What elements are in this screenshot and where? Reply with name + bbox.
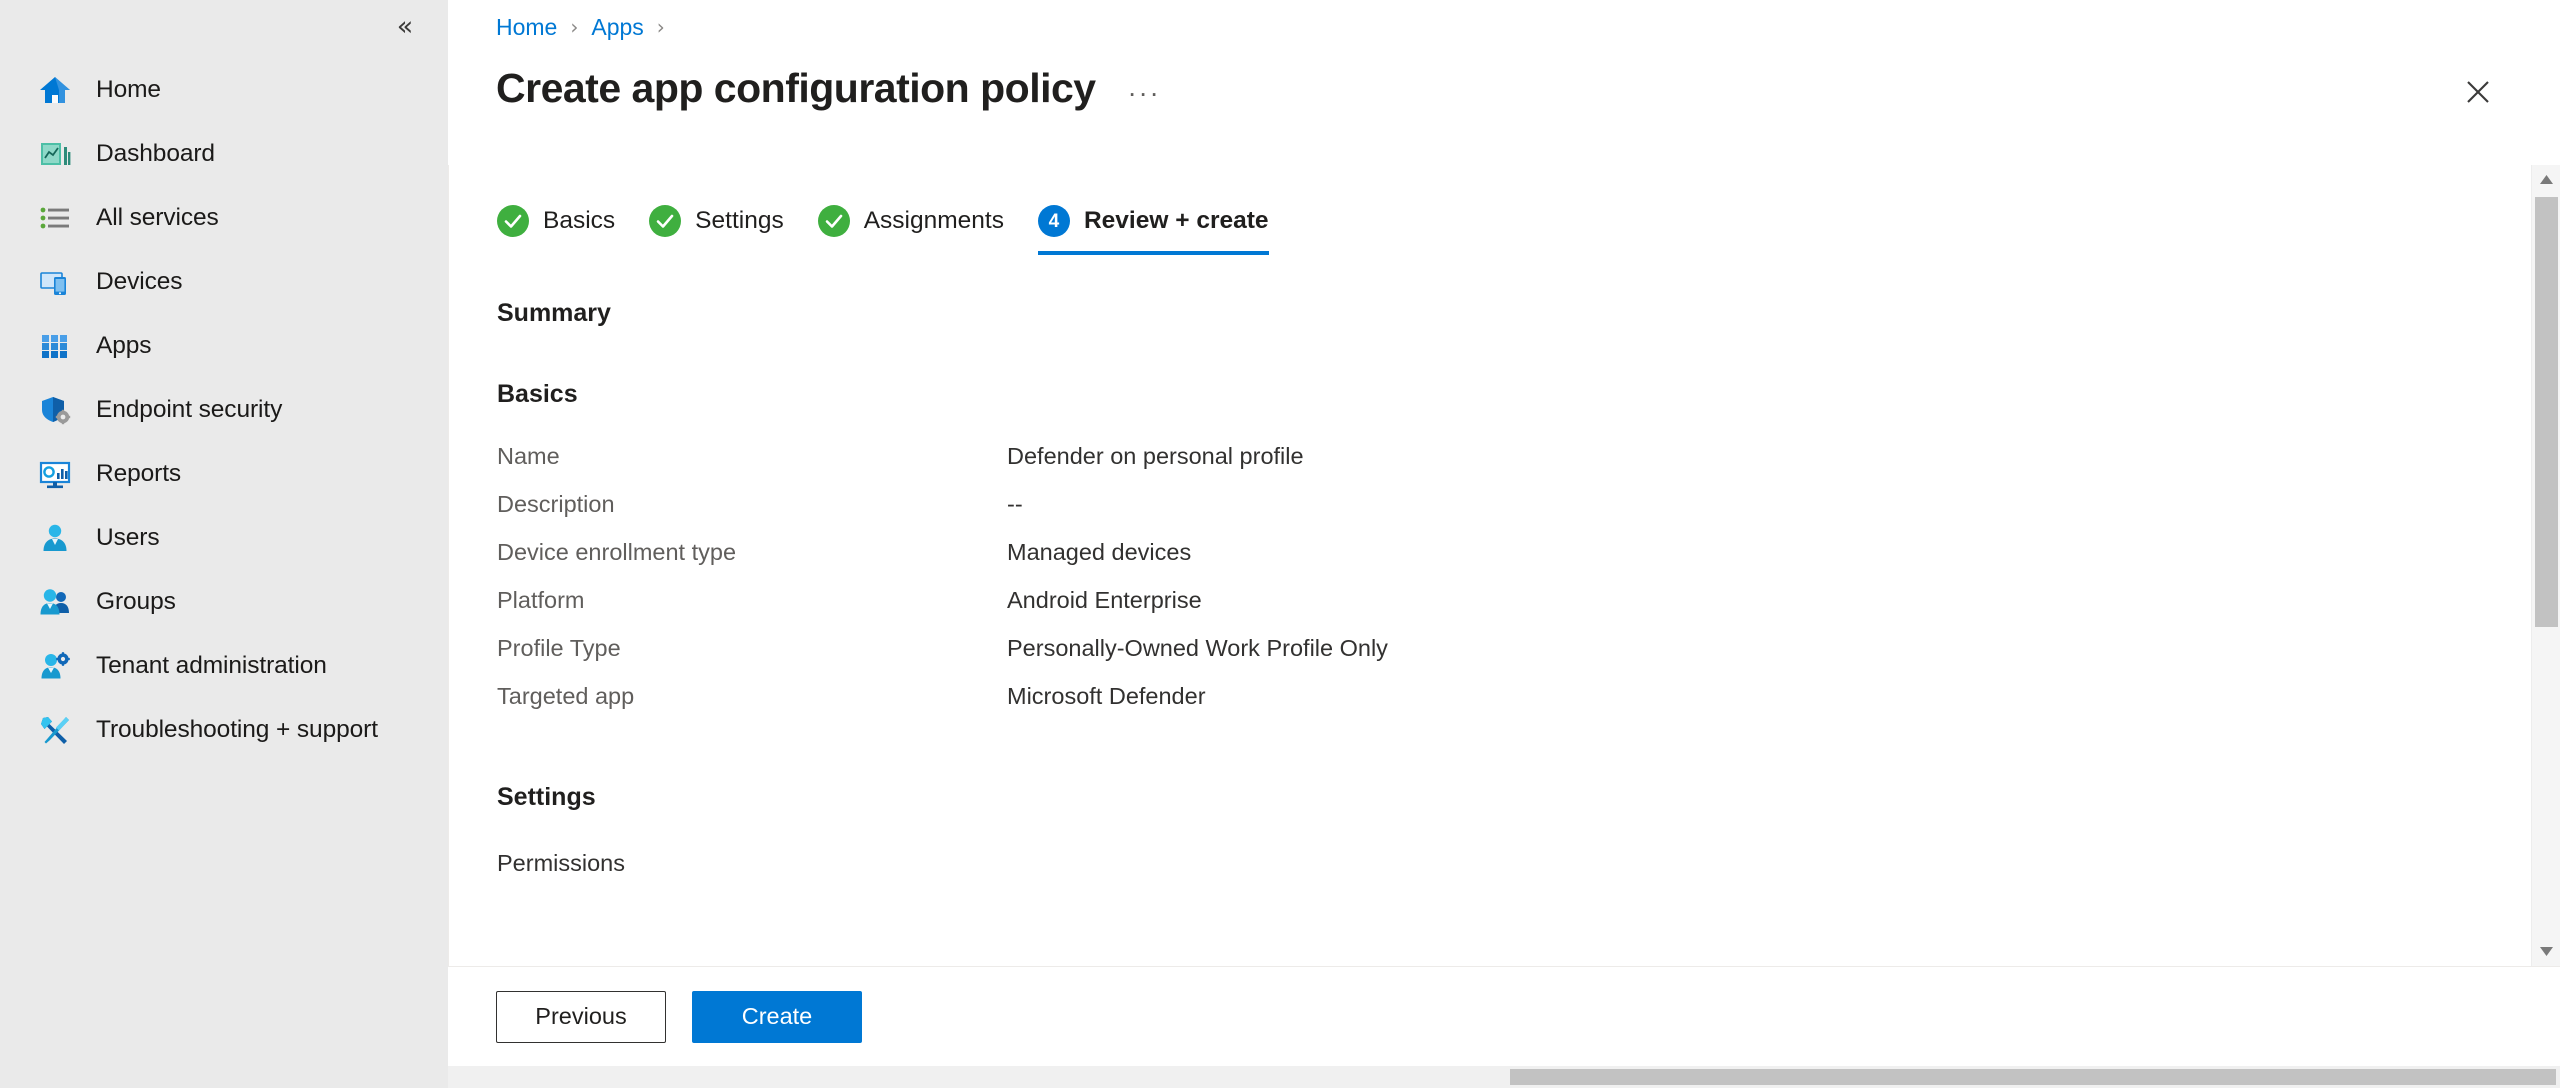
table-row: Description --	[497, 491, 2520, 539]
sidebar-item-label: Groups	[96, 588, 176, 615]
tab-label: Basics	[543, 207, 616, 234]
tab-label: Review + create	[1083, 207, 1269, 234]
settings-heading: Settings	[497, 783, 596, 811]
app-root: « Home Dashboard All services Devices Ap…	[0, 0, 2560, 1088]
sidebar-item-label: Dashboard	[96, 140, 215, 167]
sidebar-item-home[interactable]: Home	[0, 58, 448, 122]
create-button[interactable]: Create	[692, 990, 862, 1043]
previous-button[interactable]: Previous	[496, 990, 666, 1043]
sidebar-item-label: All services	[96, 204, 219, 231]
user-icon	[34, 517, 76, 559]
row-value: Defender on personal profile	[1007, 443, 1304, 469]
breadcrumb-item-apps[interactable]: Apps	[591, 14, 643, 41]
sidebar-item-dashboard[interactable]: Dashboard	[0, 122, 448, 186]
scrollable-content: Basics Settings Assignments 4 Review + c…	[448, 165, 2520, 966]
sidebar-item-label: Reports	[96, 460, 182, 487]
close-icon[interactable]	[2458, 72, 2498, 112]
sidebar-item-label: Apps	[96, 332, 152, 359]
sidebar-item-apps[interactable]: Apps	[0, 314, 448, 378]
row-value: Managed devices	[1007, 539, 1192, 565]
table-row: Platform Android Enterprise	[497, 587, 2520, 635]
table-row: Device enrollment type Managed devices	[497, 539, 2520, 587]
apps-grid-icon	[34, 325, 76, 367]
tab-review-create[interactable]: 4 Review + create	[1037, 197, 1269, 255]
blade-panel: Home › Apps › Create app configuration p…	[448, 0, 2560, 1088]
row-value: --	[1007, 491, 1023, 517]
check-circle-icon	[649, 205, 682, 237]
devices-icon	[34, 261, 76, 303]
row-label: Device enrollment type	[497, 539, 737, 565]
tab-label: Assignments	[863, 207, 1004, 234]
sidebar-collapse-row: «	[0, 0, 448, 52]
sidebar-item-tenant-administration[interactable]: Tenant administration	[0, 634, 448, 698]
sidebar-item-endpoint-security[interactable]: Endpoint security	[0, 378, 448, 442]
content-shell: Basics Settings Assignments 4 Review + c…	[448, 165, 2560, 966]
sidebar-item-all-services[interactable]: All services	[0, 186, 448, 250]
sidebar-item-devices[interactable]: Devices	[0, 250, 448, 314]
row-label: Description	[497, 491, 615, 517]
row-label: Platform	[497, 587, 585, 613]
all-services-icon	[34, 197, 76, 239]
page-title: Create app configuration policy	[496, 64, 1096, 111]
sidebar-nav-list: Home Dashboard All services Devices Apps…	[0, 52, 448, 762]
more-options-icon[interactable]: ···	[1128, 78, 1161, 109]
blade-header: Home › Apps › Create app configuration p…	[448, 0, 2560, 117]
breadcrumb-item-home[interactable]: Home	[496, 14, 557, 41]
sidebar-item-reports[interactable]: Reports	[0, 442, 448, 506]
sidebar-item-troubleshooting-support[interactable]: Troubleshooting + support	[0, 698, 448, 762]
basics-heading: Basics	[497, 380, 578, 408]
groups-icon	[34, 581, 76, 623]
step-number-badge: 4	[1037, 205, 1070, 237]
breadcrumb-separator-icon: ›	[656, 15, 665, 39]
table-row: Targeted app Microsoft Defender	[497, 683, 2520, 731]
sidebar-item-label: Users	[96, 524, 160, 551]
basics-summary-table: Name Defender on personal profile Descri…	[497, 443, 2520, 731]
sidebar-item-label: Home	[96, 76, 161, 103]
home-icon	[34, 69, 76, 111]
active-tab-underline	[1037, 251, 1269, 255]
wrench-screwdriver-icon	[34, 709, 76, 751]
row-label: Profile Type	[497, 635, 621, 661]
sidebar: « Home Dashboard All services Devices Ap…	[0, 0, 448, 1088]
check-circle-icon	[497, 205, 529, 237]
dashboard-icon	[34, 133, 76, 175]
check-circle-icon	[817, 205, 850, 237]
breadcrumb-separator-icon: ›	[570, 15, 579, 39]
sidebar-item-label: Tenant administration	[96, 652, 327, 679]
horizontal-scrollbar-thumb[interactable]	[1510, 1069, 2556, 1085]
vertical-scrollbar[interactable]	[2531, 165, 2560, 966]
row-label: Targeted app	[497, 683, 635, 709]
blade-footer: Previous Create	[448, 966, 2560, 1066]
sidebar-item-label: Devices	[96, 268, 183, 295]
sidebar-item-users[interactable]: Users	[0, 506, 448, 570]
row-label: Name	[497, 443, 560, 469]
title-row: Create app configuration policy ···	[496, 59, 2560, 117]
summary-heading: Summary	[497, 299, 611, 327]
tab-settings[interactable]: Settings	[649, 197, 784, 255]
user-gear-icon	[34, 645, 76, 687]
sidebar-item-groups[interactable]: Groups	[0, 570, 448, 634]
row-value: Android Enterprise	[1007, 587, 1202, 613]
tab-label: Settings	[695, 207, 784, 234]
reports-monitor-icon	[34, 453, 76, 495]
sidebar-item-label: Endpoint security	[96, 396, 283, 423]
chevron-double-left-icon[interactable]: «	[384, 5, 426, 47]
table-row: Profile Type Personally-Owned Work Profi…	[497, 635, 2520, 683]
row-value: Personally-Owned Work Profile Only	[1007, 635, 1388, 661]
row-value: Microsoft Defender	[1007, 683, 1206, 709]
vertical-scrollbar-thumb[interactable]	[2535, 197, 2558, 627]
horizontal-scrollbar[interactable]	[448, 1066, 2560, 1088]
scroll-down-arrow-icon[interactable]	[2532, 937, 2560, 966]
scroll-up-arrow-icon[interactable]	[2532, 165, 2560, 194]
breadcrumb: Home › Apps ›	[496, 0, 2560, 42]
sidebar-item-label: Troubleshooting + support	[96, 716, 378, 743]
permissions-label: Permissions	[497, 850, 625, 876]
step-number: 4	[1048, 210, 1060, 232]
shield-gear-icon	[34, 389, 76, 431]
wizard-tabs: Basics Settings Assignments 4 Review + c…	[497, 193, 2520, 255]
tab-assignments[interactable]: Assignments	[817, 197, 1004, 255]
tab-basics[interactable]: Basics	[497, 197, 615, 255]
table-row: Name Defender on personal profile	[497, 443, 2520, 491]
